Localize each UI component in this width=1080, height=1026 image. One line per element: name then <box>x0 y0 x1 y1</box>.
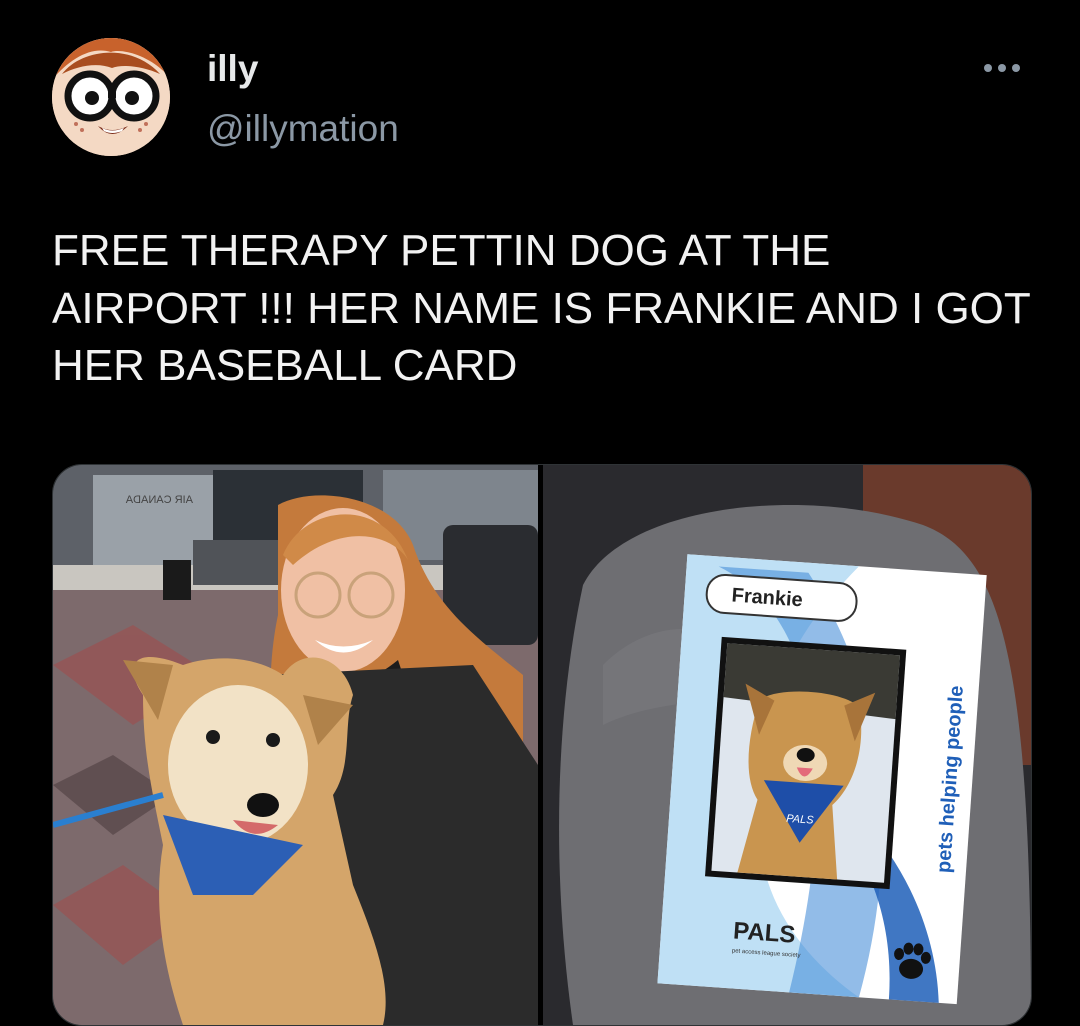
more-dot <box>984 64 992 72</box>
cartoon-glasses-avatar-icon <box>52 38 170 156</box>
bandana-text: PALS <box>786 813 815 827</box>
tweet-media[interactable]: AIR CANADA Frankie PALS pets helping peo… <box>52 464 1032 1026</box>
more-dot <box>998 64 1006 72</box>
photo-baseball-card[interactable]: Frankie PALS pets helping people PALS pe… <box>543 465 1031 1025</box>
more-dot <box>1012 64 1020 72</box>
photo-woman-with-dog[interactable]: AIR CANADA <box>53 465 538 1025</box>
airport-sign-text: AIR CANADA <box>125 494 193 506</box>
avatar[interactable] <box>52 38 170 156</box>
tweet-text: FREE THERAPY PETTIN DOG AT THE AIRPORT !… <box>52 226 1030 391</box>
more-options-icon[interactable] <box>978 56 1026 80</box>
card-logo-text: PALS <box>732 917 796 948</box>
author-handle[interactable]: @illymation <box>207 108 399 150</box>
author-display-name[interactable]: illy <box>207 48 258 90</box>
